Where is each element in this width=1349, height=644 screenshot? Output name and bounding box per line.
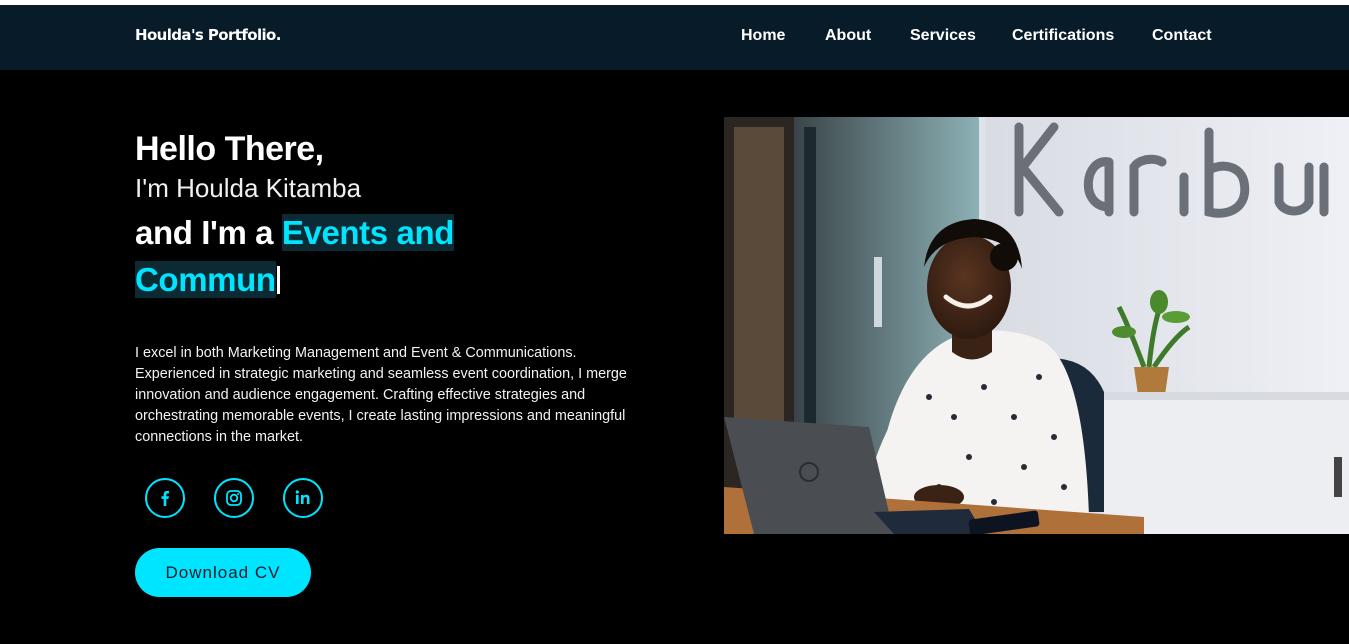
profile-photo — [724, 117, 1349, 534]
hero-role: and I'm a Events and Commun — [135, 209, 495, 303]
nav-link-contact[interactable]: Contact — [1152, 27, 1212, 45]
nav-link-services[interactable]: Services — [910, 27, 976, 45]
logo[interactable]: Houlda's Portfolio. — [135, 26, 281, 44]
nav-link-about[interactable]: About — [825, 27, 871, 45]
instagram-link[interactable] — [214, 478, 254, 518]
hero-role-prefix: and I'm a — [135, 214, 274, 251]
download-cv-button[interactable]: Download CV — [135, 548, 311, 597]
hero-intro: Hello There, I'm Houlda Kitamba and I'm … — [135, 128, 655, 303]
facebook-link[interactable] — [145, 478, 185, 518]
hero-name: I'm Houlda Kitamba — [135, 173, 362, 203]
nav-link-home[interactable]: Home — [741, 27, 785, 45]
linkedin-link[interactable] — [283, 478, 323, 518]
instagram-icon — [226, 490, 242, 506]
navbar: Houlda's Portfolio. Home About Services … — [0, 5, 1349, 70]
hero-greeting: Hello There, — [135, 130, 324, 168]
facebook-icon — [161, 491, 169, 506]
typing-cursor — [276, 266, 280, 294]
linkedin-icon — [295, 490, 310, 504]
hero-description: I excel in both Marketing Management and… — [135, 345, 627, 445]
nav-link-certifications[interactable]: Certifications — [1012, 27, 1114, 45]
